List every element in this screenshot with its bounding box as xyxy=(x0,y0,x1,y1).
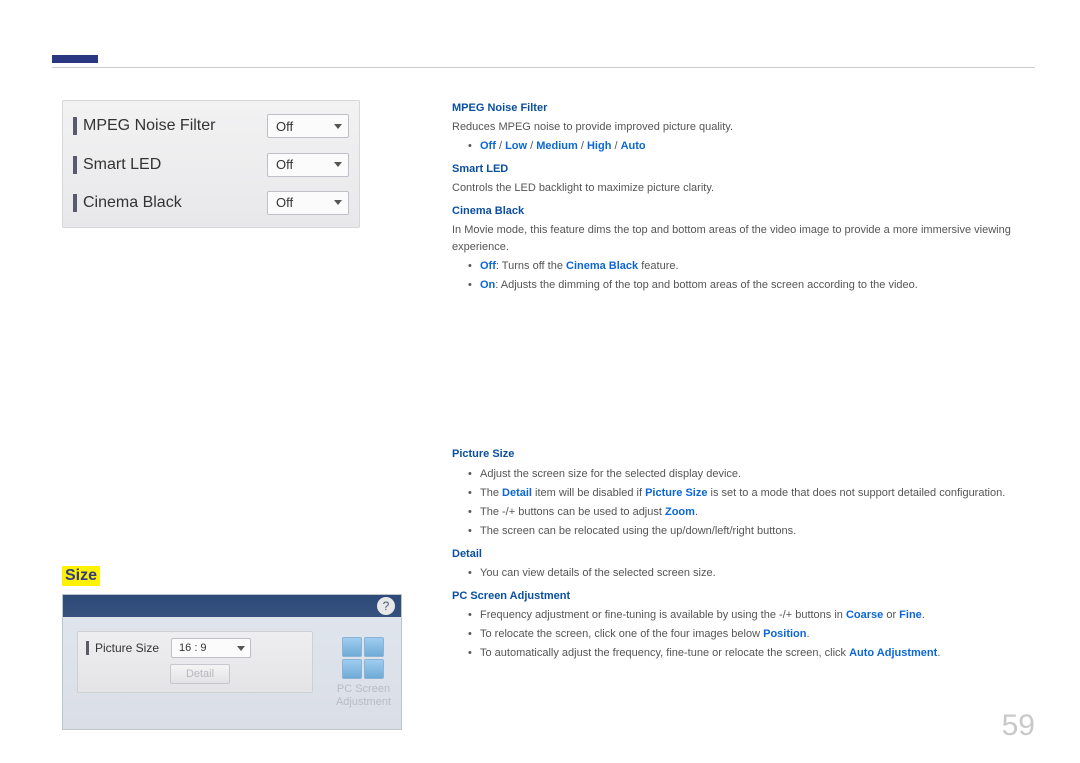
pc-screen-adjustment-button[interactable] xyxy=(342,637,384,679)
settings-panel-2: ? Picture Size 16 : 9 Detail PC Screen A… xyxy=(62,594,402,730)
opt-high: High xyxy=(587,140,611,152)
sep: / xyxy=(496,140,505,152)
desc-cinema-black: In Movie mode, this feature dims the top… xyxy=(452,222,1032,256)
text: : Adjusts the dimming of the top and bot… xyxy=(495,279,918,291)
row-marker xyxy=(73,117,77,135)
bullet-ps-4: The screen can be relocated using the up… xyxy=(468,523,1032,540)
text: . xyxy=(922,609,925,621)
text: is set to a mode that does not support d… xyxy=(707,487,1005,499)
text: To automatically adjust the frequency, f… xyxy=(480,647,849,659)
settings-panel-1: MPEG Noise Filter Off Smart LED Off Cine… xyxy=(62,100,360,228)
dropdown-value: Off xyxy=(276,119,293,134)
help-icon[interactable]: ? xyxy=(377,597,395,615)
bullet-pcadj-3: To automatically adjust the frequency, f… xyxy=(468,645,1032,662)
position-tile-icon xyxy=(364,637,384,657)
heading-detail: Detail xyxy=(452,546,1032,563)
picture-size-dropdown[interactable]: 16 : 9 xyxy=(171,638,251,658)
row-marker xyxy=(73,194,77,212)
header-rule xyxy=(52,67,1035,68)
heading-pc-screen-adjustment: PC Screen Adjustment xyxy=(452,588,1032,605)
text: Frequency adjustment or fine-tuning is a… xyxy=(480,609,846,621)
bullet-cinema-on: On: Adjusts the dimming of the top and b… xyxy=(468,277,1032,294)
text: . xyxy=(695,506,698,518)
heading-picture-size: Picture Size xyxy=(452,446,1032,463)
mpeg-noise-filter-dropdown[interactable]: Off xyxy=(267,114,349,138)
row-label: Cinema Black xyxy=(83,194,267,212)
opt-medium: Medium xyxy=(536,140,578,152)
chevron-down-icon xyxy=(334,124,342,129)
dropdown-value: Off xyxy=(276,157,293,172)
label-off: Off xyxy=(480,260,496,272)
bullet-cinema-off: Off: Turns off the Cinema Black feature. xyxy=(468,258,1032,275)
left-column: MPEG Noise Filter Off Smart LED Off Cine… xyxy=(62,100,402,730)
pc-adj-label-line2: Adjustment xyxy=(336,696,391,709)
bullet-ps-2: The Detail item will be disabled if Pict… xyxy=(468,485,1032,502)
bullet-pcadj-1: Frequency adjustment or fine-tuning is a… xyxy=(468,607,1032,624)
heading-smart-led: Smart LED xyxy=(452,161,1032,178)
chevron-down-icon xyxy=(334,162,342,167)
row-smart-led: Smart LED Off xyxy=(73,145,349,183)
desc-mpeg: Reduces MPEG noise to provide improved p… xyxy=(452,119,1032,136)
row-cinema-black: Cinema Black Off xyxy=(73,183,349,221)
text: The xyxy=(480,487,502,499)
dropdown-value: Off xyxy=(276,195,293,210)
ref-zoom: Zoom xyxy=(665,506,695,518)
row-mpeg-noise-filter: MPEG Noise Filter Off xyxy=(73,107,349,145)
pc-screen-adjustment-cluster: PC Screen Adjustment xyxy=(336,637,391,709)
ref-detail: Detail xyxy=(502,487,532,499)
ref-coarse: Coarse xyxy=(846,609,883,621)
ref-picture-size: Picture Size xyxy=(645,487,707,499)
bullet-ps-1: Adjust the screen size for the selected … xyxy=(468,466,1032,483)
dropdown-value: 16 : 9 xyxy=(179,642,207,654)
position-tile-icon xyxy=(342,637,362,657)
heading-mpeg-noise-filter: MPEG Noise Filter xyxy=(452,100,1032,117)
ref-position: Position xyxy=(763,628,806,640)
chevron-down-icon xyxy=(237,646,245,651)
text: . xyxy=(807,628,810,640)
ref-auto-adjustment: Auto Adjustment xyxy=(849,647,937,659)
smart-led-dropdown[interactable]: Off xyxy=(267,153,349,177)
detail-button[interactable]: Detail xyxy=(170,664,230,684)
text: : Turns off the xyxy=(496,260,566,272)
row-marker xyxy=(73,156,77,174)
label-on: On xyxy=(480,279,495,291)
text: To relocate the screen, click one of the… xyxy=(480,628,763,640)
sep: / xyxy=(527,140,536,152)
header-accent xyxy=(52,55,98,63)
sep: / xyxy=(611,140,620,152)
sep: / xyxy=(578,140,587,152)
ref-fine: Fine xyxy=(899,609,922,621)
opt-low: Low xyxy=(505,140,527,152)
row-label: MPEG Noise Filter xyxy=(83,117,267,135)
desc-smart-led: Controls the LED backlight to maximize p… xyxy=(452,180,1032,197)
pc-adj-label-line1: PC Screen xyxy=(336,683,391,696)
bullet-pcadj-2: To relocate the screen, click one of the… xyxy=(468,626,1032,643)
panel2-titlebar: ? xyxy=(63,595,401,617)
bullet-ps-3: The -/+ buttons can be used to adjust Zo… xyxy=(468,504,1032,521)
picture-size-group: Picture Size 16 : 9 Detail xyxy=(77,631,313,693)
bullet-detail-1: You can view details of the selected scr… xyxy=(468,565,1032,582)
text: feature. xyxy=(638,260,678,272)
opt-auto: Auto xyxy=(621,140,646,152)
text: item will be disabled if xyxy=(532,487,645,499)
right-column: MPEG Noise Filter Reduces MPEG noise to … xyxy=(452,100,1032,664)
row-label: Picture Size xyxy=(95,641,159,655)
opt-off: Off xyxy=(480,140,496,152)
cinema-black-dropdown[interactable]: Off xyxy=(267,191,349,215)
row-label: Smart LED xyxy=(83,156,267,174)
row-marker xyxy=(86,641,89,655)
heading-cinema-black: Cinema Black xyxy=(452,203,1032,220)
text: The -/+ buttons can be used to adjust xyxy=(480,506,665,518)
position-tile-icon xyxy=(342,659,362,679)
section-header-size: Size xyxy=(62,566,100,586)
text: . xyxy=(937,647,940,659)
text: or xyxy=(883,609,899,621)
ref-cinema-black: Cinema Black xyxy=(566,260,638,272)
chevron-down-icon xyxy=(334,200,342,205)
position-tile-icon xyxy=(364,659,384,679)
page-number: 59 xyxy=(1002,709,1035,743)
row-picture-size: Picture Size 16 : 9 xyxy=(86,638,304,658)
opts-mpeg: Off / Low / Medium / High / Auto xyxy=(468,138,1032,155)
